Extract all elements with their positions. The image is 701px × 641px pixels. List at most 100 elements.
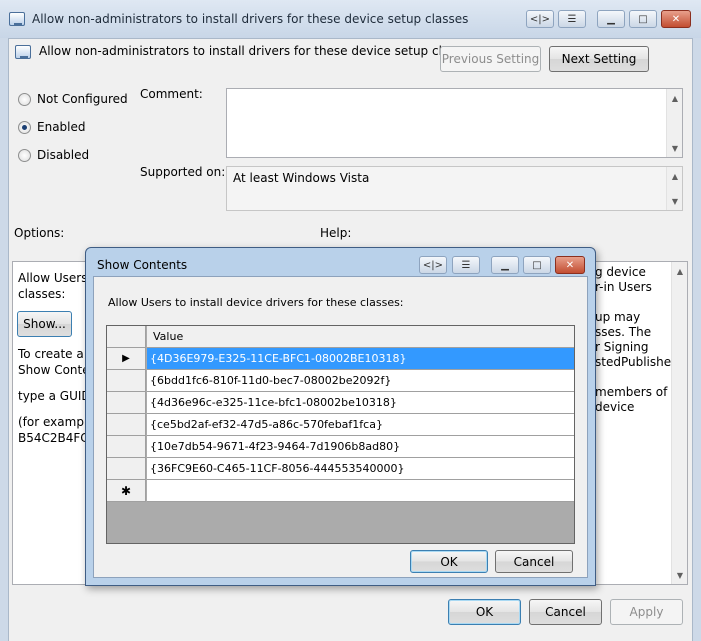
comment-field[interactable]: ▲ ▼ xyxy=(226,88,683,158)
options-label: Options: xyxy=(14,226,65,240)
table-row[interactable]: ▶ {4D36E979-E325-11CE-BFC1-08002BE10318} xyxy=(107,348,574,370)
scroll-up-icon[interactable]: ▲ xyxy=(672,263,687,279)
window-title: Allow non-administrators to install driv… xyxy=(32,12,469,26)
values-grid[interactable]: Value ▶ {4D36E979-E325-11CE-BFC1-08002BE… xyxy=(106,325,575,544)
maximize-icon: □ xyxy=(638,13,648,25)
radio-label: Enabled xyxy=(37,120,86,134)
minimize-icon: ▁ xyxy=(607,13,615,25)
help-line: r-in Users xyxy=(595,280,652,294)
next-setting-button[interactable]: Next Setting xyxy=(549,46,649,72)
table-cell[interactable]: {4d36e96c-e325-11ce-bfc1-08002be10318} xyxy=(147,392,574,414)
dialog-maximize-button[interactable]: □ xyxy=(523,256,551,274)
policy-window-icon xyxy=(9,12,25,26)
view-toggle-button[interactable]: <|> xyxy=(526,10,554,28)
list-view-button[interactable]: ☰ xyxy=(558,10,586,28)
help-line xyxy=(595,370,676,385)
radio-circle xyxy=(18,148,31,162)
row-header xyxy=(107,458,146,480)
scroll-down-icon[interactable]: ▼ xyxy=(667,140,683,156)
help-text: g device r-in Users up may sses. The r S… xyxy=(595,265,676,415)
radio-circle xyxy=(18,92,31,106)
table-cell[interactable]: {ce5bd2af-ef32-47d5-a86c-570febaf1fca} xyxy=(147,414,574,436)
dialog-list-view-button[interactable]: ☰ xyxy=(452,256,480,274)
radio-label: Not Configured xyxy=(37,92,128,106)
help-line: device xyxy=(595,400,635,414)
table-cell[interactable]: {4D36E979-E325-11CE-BFC1-08002BE10318} xyxy=(147,348,574,370)
radio-not-configured[interactable]: Not Configured xyxy=(18,92,128,106)
options-description: classes: xyxy=(18,287,66,301)
supported-on-label: Supported on: xyxy=(140,165,226,179)
scroll-down-icon[interactable]: ▼ xyxy=(667,193,683,209)
maximize-button[interactable]: □ xyxy=(629,10,657,28)
close-icon: ✕ xyxy=(565,259,575,271)
table-row[interactable]: {4d36e96c-e325-11ce-bfc1-08002be10318} xyxy=(107,392,574,414)
help-line: stedPublisher xyxy=(595,355,677,369)
options-instructions: (for example xyxy=(18,415,95,429)
help-line: sses. The xyxy=(595,325,652,339)
help-line: up may xyxy=(595,310,641,324)
supported-on-value: At least Windows Vista xyxy=(233,171,370,185)
table-cell[interactable]: {36FC9E60-C465-11CF-8056-444553540000} xyxy=(147,458,574,480)
row-header xyxy=(107,436,146,458)
scroll-up-icon[interactable]: ▲ xyxy=(667,168,683,184)
row-header-corner xyxy=(107,326,146,348)
minimize-button[interactable]: ▁ xyxy=(597,10,625,28)
row-header xyxy=(107,414,146,436)
row-header xyxy=(107,392,146,414)
current-row-indicator-icon: ▶ xyxy=(107,348,146,370)
cancel-button[interactable]: Cancel xyxy=(529,599,602,625)
row-header xyxy=(107,370,146,392)
close-button[interactable]: ✕ xyxy=(661,10,691,28)
ok-button[interactable]: OK xyxy=(448,599,521,625)
new-row-cell[interactable] xyxy=(147,480,574,502)
show-contents-dialog: Show Contents <|> ☰ ▁ □ ✕ Allow Users to… xyxy=(85,247,596,586)
new-row-asterisk-icon: ✱ xyxy=(107,480,146,502)
new-row[interactable]: ✱ xyxy=(107,480,574,502)
dialog-title: Show Contents xyxy=(97,258,188,272)
table-row[interactable]: {36FC9E60-C465-11CF-8056-444553540000} xyxy=(107,458,574,480)
help-line: members of xyxy=(595,385,668,399)
scroll-up-icon[interactable]: ▲ xyxy=(667,90,683,106)
setting-icon xyxy=(15,45,31,59)
radio-label: Disabled xyxy=(37,148,90,162)
table-row[interactable]: {10e7db54-9671-4f23-9464-7d1906b8ad80} xyxy=(107,436,574,458)
radio-disabled[interactable]: Disabled xyxy=(18,148,89,162)
dialog-close-button[interactable]: ✕ xyxy=(555,256,585,274)
radio-enabled[interactable]: Enabled xyxy=(18,120,86,134)
minimize-icon: ▁ xyxy=(501,259,509,271)
main-title-bar[interactable]: Allow non-administrators to install driv… xyxy=(0,0,701,38)
code-icon: <|> xyxy=(422,259,444,271)
options-instructions: To create a li xyxy=(18,347,95,361)
table-row[interactable]: {ce5bd2af-ef32-47d5-a86c-570febaf1fca} xyxy=(107,414,574,436)
dialog-minimize-button[interactable]: ▁ xyxy=(491,256,519,274)
help-line: g device xyxy=(595,265,646,279)
table-row[interactable]: {6bdd1fc6-810f-11d0-bec7-08002be2092f} xyxy=(107,370,574,392)
dialog-view-toggle-button[interactable]: <|> xyxy=(419,256,447,274)
help-line xyxy=(595,295,676,310)
dialog-prompt: Allow Users to install device drivers fo… xyxy=(108,296,404,309)
list-icon: ☰ xyxy=(461,259,471,271)
code-icon: <|> xyxy=(529,13,551,25)
setting-name: Allow non-administrators to install driv… xyxy=(39,44,476,58)
dialog-body: Allow Users to install device drivers fo… xyxy=(93,276,588,578)
radio-circle-selected xyxy=(18,120,31,134)
previous-setting-button[interactable]: Previous Setting xyxy=(440,46,541,72)
column-header-value[interactable]: Value xyxy=(147,326,574,348)
maximize-icon: □ xyxy=(532,259,542,271)
table-cell[interactable]: {10e7db54-9671-4f23-9464-7d1906b8ad80} xyxy=(147,436,574,458)
help-label: Help: xyxy=(320,226,352,240)
help-scrollbar[interactable]: ▲ ▼ xyxy=(671,262,687,584)
supported-scrollbar[interactable]: ▲ ▼ xyxy=(666,167,682,210)
show-button[interactable]: Show... xyxy=(17,311,72,337)
help-line: r Signing xyxy=(595,340,649,354)
supported-on-field: At least Windows Vista ▲ ▼ xyxy=(226,166,683,211)
dialog-cancel-button[interactable]: Cancel xyxy=(495,550,573,573)
comment-scrollbar[interactable]: ▲ ▼ xyxy=(666,89,682,157)
scroll-down-icon[interactable]: ▼ xyxy=(672,567,687,583)
list-icon: ☰ xyxy=(567,13,577,25)
comment-label: Comment: xyxy=(140,87,203,101)
dialog-ok-button[interactable]: OK xyxy=(410,550,488,573)
table-cell[interactable]: {6bdd1fc6-810f-11d0-bec7-08002be2092f} xyxy=(147,370,574,392)
grid-header-row: Value xyxy=(107,326,574,348)
apply-button[interactable]: Apply xyxy=(610,599,683,625)
